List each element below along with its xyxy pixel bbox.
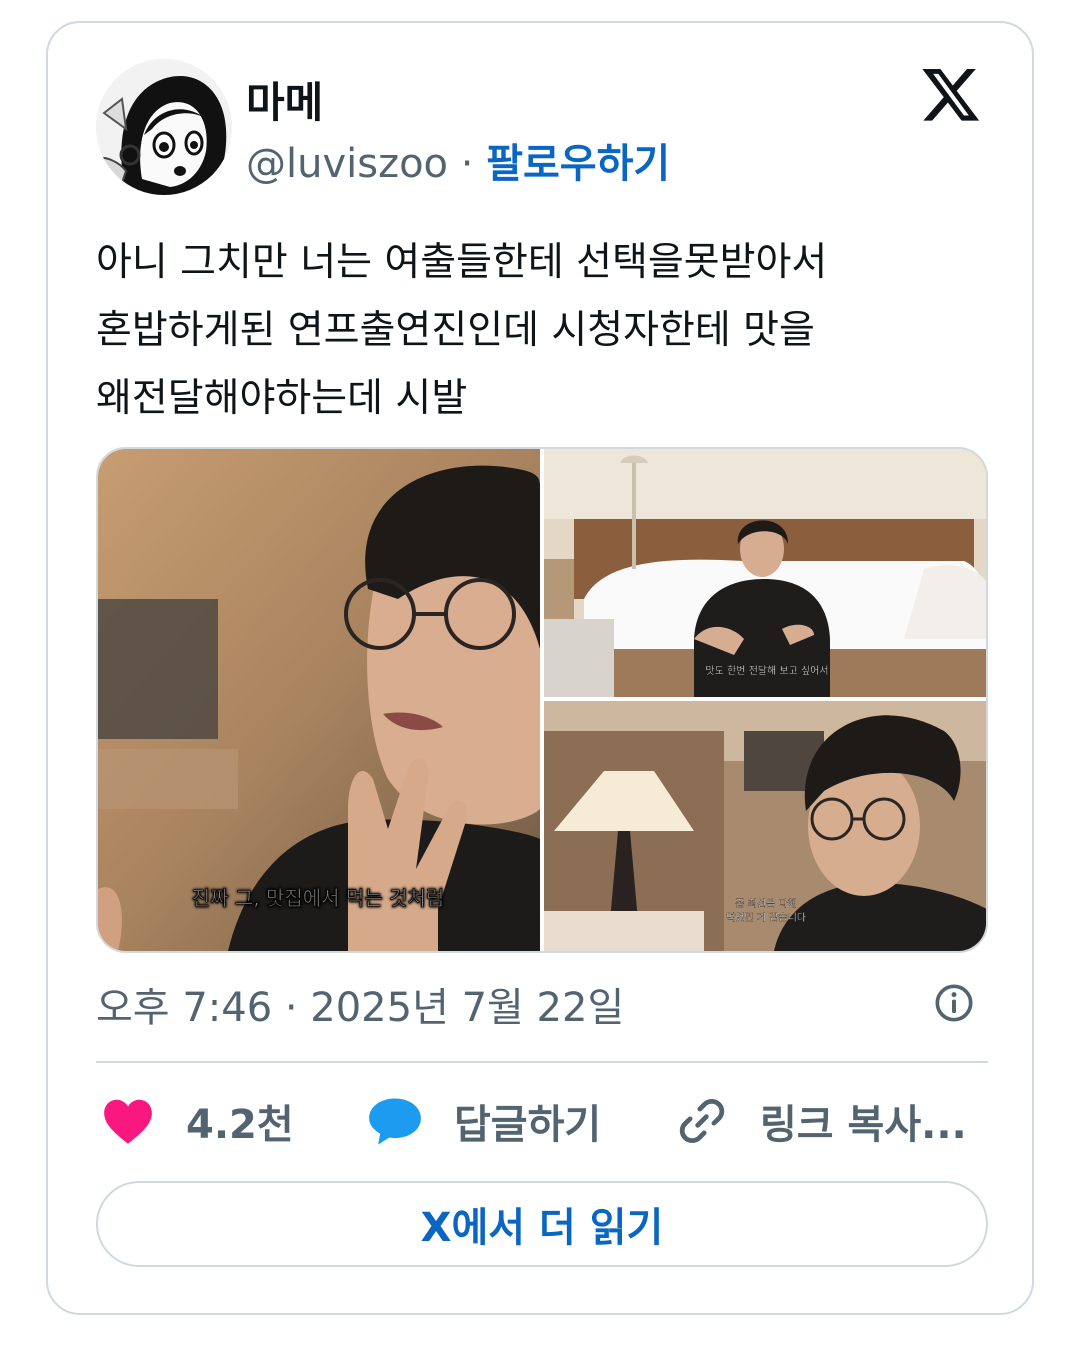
- subtitle-left: 진짜 그, 맛집에서 먹는 것처럼: [192, 886, 445, 910]
- separator-dot: ·: [448, 141, 487, 187]
- media-image-bottom-right[interactable]: 좀 최선을 다해 먹었던 거 같습니다: [544, 701, 988, 951]
- copy-link-button[interactable]: 링크 복사...: [676, 1093, 967, 1149]
- user-handle[interactable]: @luviszoo: [246, 141, 448, 187]
- avatar-illustration: [96, 59, 232, 195]
- media-image-top-right[interactable]: 맛도 한번 전달해 보고 싶어서: [544, 449, 988, 697]
- avatar[interactable]: [96, 59, 232, 195]
- read-more-on-x-button[interactable]: X에서 더 읽기: [96, 1181, 988, 1267]
- embedded-tweet-card[interactable]: 마메 @luviszoo · 팔로우하기 아니 그치만 너는 여출들한테 선택을…: [46, 21, 1034, 1315]
- divider: [96, 1061, 988, 1063]
- subtitle-bottom-right-line2: 먹었던 거 같습니다: [726, 912, 806, 924]
- reply-button[interactable]: 답글하기: [368, 1093, 601, 1149]
- like-button[interactable]: 4.2천: [102, 1093, 294, 1149]
- reply-label: 답글하기: [454, 1102, 602, 1148]
- subtitle-top-right: 맛도 한번 전달해 보고 싶어서: [705, 664, 828, 677]
- heart-icon: [104, 1099, 152, 1144]
- follow-button[interactable]: 팔로우하기: [486, 141, 670, 187]
- tweet-timestamp[interactable]: 오후 7:46 · 2025년 7월 22일: [96, 975, 624, 1033]
- speech-bubble-icon: [369, 1098, 421, 1145]
- x-logo-icon[interactable]: [920, 63, 982, 125]
- subtitle-bottom-right-line1: 좀 최선을 다해: [735, 897, 797, 910]
- display-name[interactable]: 마메: [246, 69, 323, 130]
- info-icon[interactable]: [934, 983, 974, 1023]
- handle-line: @luviszoo · 팔로우하기: [246, 131, 670, 189]
- link-icon: [679, 1099, 725, 1143]
- media-grid[interactable]: 진짜 그, 맛집에서 먹는 것처럼 맛도 한번 전달해 보고 싶어서 좀 최선을…: [96, 447, 988, 953]
- like-count: 4.2천: [186, 1102, 294, 1148]
- media-image-left[interactable]: 진짜 그, 맛집에서 먹는 것처럼: [98, 449, 540, 951]
- copy-link-label: 링크 복사...: [760, 1102, 967, 1148]
- tweet-text: 아니 그치만 너는 여출들한테 선택을못받아서 혼밥하게된 연프출연진인데 시청…: [96, 240, 828, 421]
